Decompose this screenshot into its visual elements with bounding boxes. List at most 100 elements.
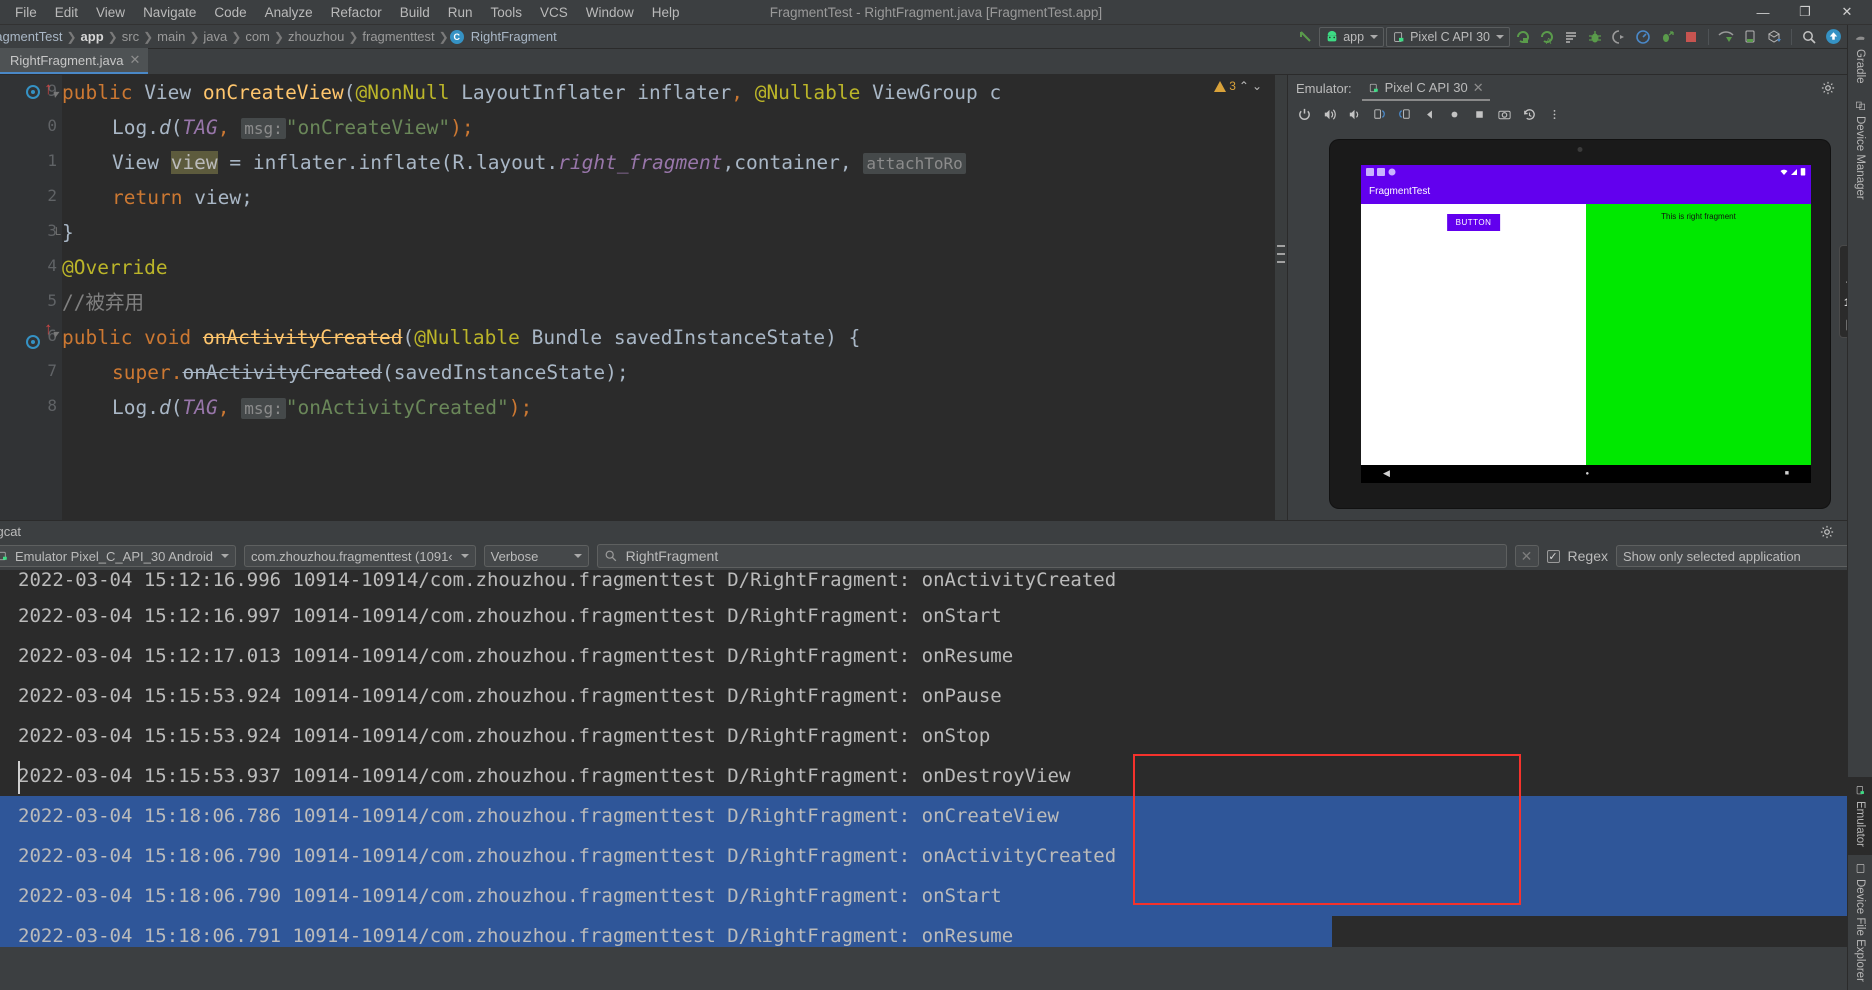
- volume-down-icon[interactable]: [1342, 103, 1366, 125]
- rotate-right-icon[interactable]: [1392, 103, 1416, 125]
- log-row-selected[interactable]: 2022-03-04 15:18:06.790 10914-10914/com.…: [0, 876, 1872, 916]
- menu-item-code[interactable]: Code: [205, 3, 255, 22]
- device-screen[interactable]: FragmentTest BUTTON This is right fragme…: [1361, 164, 1811, 483]
- rail-item-device-file-explorer[interactable]: Device File Explorer: [1848, 855, 1872, 990]
- history-icon[interactable]: [1517, 103, 1541, 125]
- inspection-widget[interactable]: 3 ⌃ ⌄: [1214, 79, 1262, 93]
- logcat-output[interactable]: 2022-03-04 15:12:16.996 10914-10914/com.…: [0, 570, 1872, 947]
- menu-item-view[interactable]: View: [87, 3, 134, 22]
- rail-item-emulator[interactable]: Emulator: [1848, 777, 1872, 856]
- log-row[interactable]: 2022-03-04 15:15:53.937 10914-10914/com.…: [0, 756, 1872, 796]
- logcat-tab-label[interactable]: Logcat: [0, 524, 21, 539]
- emulator-device-tab[interactable]: Pixel C API 30 ✕: [1361, 76, 1490, 101]
- code-editor[interactable]: 9 0 1 2 3 4 5 6 7 8 ↑ ↑ ▾ └ ▾ public Vie…: [0, 75, 1287, 520]
- run-configuration-selector[interactable]: app: [1319, 26, 1385, 47]
- clear-search-button[interactable]: ✕: [1514, 545, 1539, 567]
- update-icon[interactable]: [1822, 27, 1844, 47]
- log-row[interactable]: 2022-03-04 15:12:17.013 10914-10914/com.…: [0, 636, 1872, 676]
- menu-item-refactor[interactable]: Refactor: [322, 3, 391, 22]
- console-icon[interactable]: [1560, 27, 1582, 47]
- menu-item-analyze[interactable]: Analyze: [256, 3, 322, 22]
- log-row[interactable]: 2022-03-04 15:15:53.924 10914-10914/com.…: [0, 716, 1872, 756]
- profiler-icon[interactable]: [1632, 27, 1654, 47]
- log-row[interactable]: 2022-03-04 15:12:16.996 10914-10914/com.…: [0, 570, 1872, 596]
- back-arrow-icon[interactable]: [1295, 27, 1317, 47]
- rotate-left-icon[interactable]: [1367, 103, 1391, 125]
- log-row-selected[interactable]: 2022-03-04 15:18:06.786 10914-10914/com.…: [0, 796, 1872, 836]
- nav-back-icon[interactable]: ◀: [1383, 468, 1390, 479]
- nav-recent-icon[interactable]: ■: [1785, 470, 1789, 477]
- next-warning-icon[interactable]: ⌄: [1252, 79, 1262, 93]
- log-level-dropdown[interactable]: Verbose: [483, 545, 589, 567]
- close-icon[interactable]: ✕: [129, 52, 140, 68]
- menu-item-window[interactable]: Window: [577, 3, 643, 22]
- breadcrumb-project[interactable]: FragmentTest: [0, 29, 65, 44]
- screenshot-icon[interactable]: [1492, 103, 1516, 125]
- search-everywhere-icon[interactable]: [1798, 27, 1820, 47]
- breadcrumb-module-app[interactable]: app: [78, 29, 107, 44]
- close-icon[interactable]: ✕: [1473, 80, 1484, 96]
- menu-item-run[interactable]: Run: [439, 3, 482, 22]
- gear-icon[interactable]: [1816, 77, 1840, 99]
- android-button[interactable]: BUTTON: [1446, 213, 1501, 231]
- regex-checkbox[interactable]: ✓: [1546, 549, 1560, 563]
- editor-gutter[interactable]: 9 0 1 2 3 4 5 6 7 8 ↑ ↑ ▾ └ ▾: [0, 75, 62, 520]
- menu-item-navigate[interactable]: Navigate: [134, 3, 205, 22]
- stop-icon[interactable]: [1680, 27, 1702, 47]
- run-icon[interactable]: [1512, 27, 1534, 47]
- emulator-device-frame[interactable]: FragmentTest BUTTON This is right fragme…: [1330, 139, 1830, 508]
- maximize-button[interactable]: ❐: [1784, 0, 1826, 25]
- scope-filter-dropdown[interactable]: Show only selected application: [1616, 545, 1866, 567]
- breadcrumb-zhouzhou[interactable]: zhouzhou: [285, 29, 347, 44]
- more-icon[interactable]: [1542, 103, 1566, 125]
- breadcrumb-main[interactable]: main: [154, 29, 188, 44]
- rail-item-gradle[interactable]: Gradle: [1848, 25, 1872, 92]
- previous-warning-icon[interactable]: ⌃: [1239, 79, 1249, 93]
- logcat-search-input[interactable]: RightFragment: [596, 544, 1507, 568]
- log-row-selected[interactable]: 2022-03-04 15:18:06.790 10914-10914/com.…: [0, 836, 1872, 876]
- editor-tab-rightfragment[interactable]: RightFragment.java ✕: [0, 48, 149, 74]
- code-text[interactable]: public View onCreateView(@NonNull Layout…: [62, 75, 1287, 520]
- menu-item-tools[interactable]: Tools: [482, 3, 532, 22]
- breadcrumb-class[interactable]: RightFragment: [468, 29, 560, 44]
- rerun-icon[interactable]: A: [1536, 27, 1558, 47]
- log-row[interactable]: 2022-03-04 15:12:16.997 10914-10914/com.…: [0, 596, 1872, 636]
- breadcrumb-com[interactable]: com: [242, 29, 273, 44]
- menu-item-file[interactable]: File: [6, 3, 46, 22]
- process-filter-dropdown[interactable]: com.zhouzhou.fragmenttest (1091‹: [244, 545, 476, 567]
- sdk-manager-icon[interactable]: [1763, 27, 1785, 47]
- sync-gradle-icon[interactable]: [1715, 27, 1737, 47]
- breadcrumb-java[interactable]: java: [200, 29, 230, 44]
- fold-end-icon[interactable]: └: [52, 225, 61, 241]
- back-icon[interactable]: [1417, 103, 1441, 125]
- home-icon[interactable]: [1442, 103, 1466, 125]
- right-fragment[interactable]: This is right fragment: [1586, 203, 1811, 465]
- fold-collapse-icon[interactable]: ▾: [52, 325, 58, 341]
- fold-collapse-icon[interactable]: ▾: [52, 85, 58, 101]
- close-button[interactable]: ✕: [1826, 0, 1868, 25]
- emulator-screen-stage[interactable]: FragmentTest BUTTON This is right fragme…: [1288, 127, 1872, 520]
- menu-item-edit[interactable]: Edit: [46, 3, 87, 22]
- minimize-button[interactable]: —: [1742, 0, 1784, 25]
- menu-item-help[interactable]: Help: [643, 3, 689, 22]
- gear-icon[interactable]: [1815, 521, 1839, 543]
- avd-manager-icon[interactable]: [1739, 27, 1761, 47]
- rail-item-device-manager[interactable]: Device Manager: [1848, 92, 1872, 208]
- menu-item-vcs[interactable]: VCS: [531, 3, 577, 22]
- device-selector[interactable]: Pixel C API 30: [1386, 26, 1510, 47]
- overview-icon[interactable]: [1467, 103, 1491, 125]
- attach-debugger-icon[interactable]: [1656, 27, 1678, 47]
- menu-item-build[interactable]: Build: [391, 3, 439, 22]
- device-filter-dropdown[interactable]: Emulator Pixel_C_API_30 Android: [0, 545, 237, 567]
- power-icon[interactable]: [1292, 103, 1316, 125]
- log-row[interactable]: 2022-03-04 15:15:53.924 10914-10914/com.…: [0, 676, 1872, 716]
- override-method-icon[interactable]: [26, 335, 40, 352]
- left-fragment[interactable]: BUTTON: [1361, 203, 1586, 465]
- breadcrumb-src[interactable]: src: [119, 29, 142, 44]
- volume-up-icon[interactable]: [1317, 103, 1341, 125]
- debug-icon[interactable]: [1584, 27, 1606, 47]
- override-method-icon[interactable]: [26, 85, 40, 102]
- breadcrumb-fragmenttest[interactable]: fragmenttest: [359, 29, 437, 44]
- nav-home-icon[interactable]: ●: [1586, 471, 1590, 477]
- editor-marker-bar[interactable]: [1275, 75, 1287, 520]
